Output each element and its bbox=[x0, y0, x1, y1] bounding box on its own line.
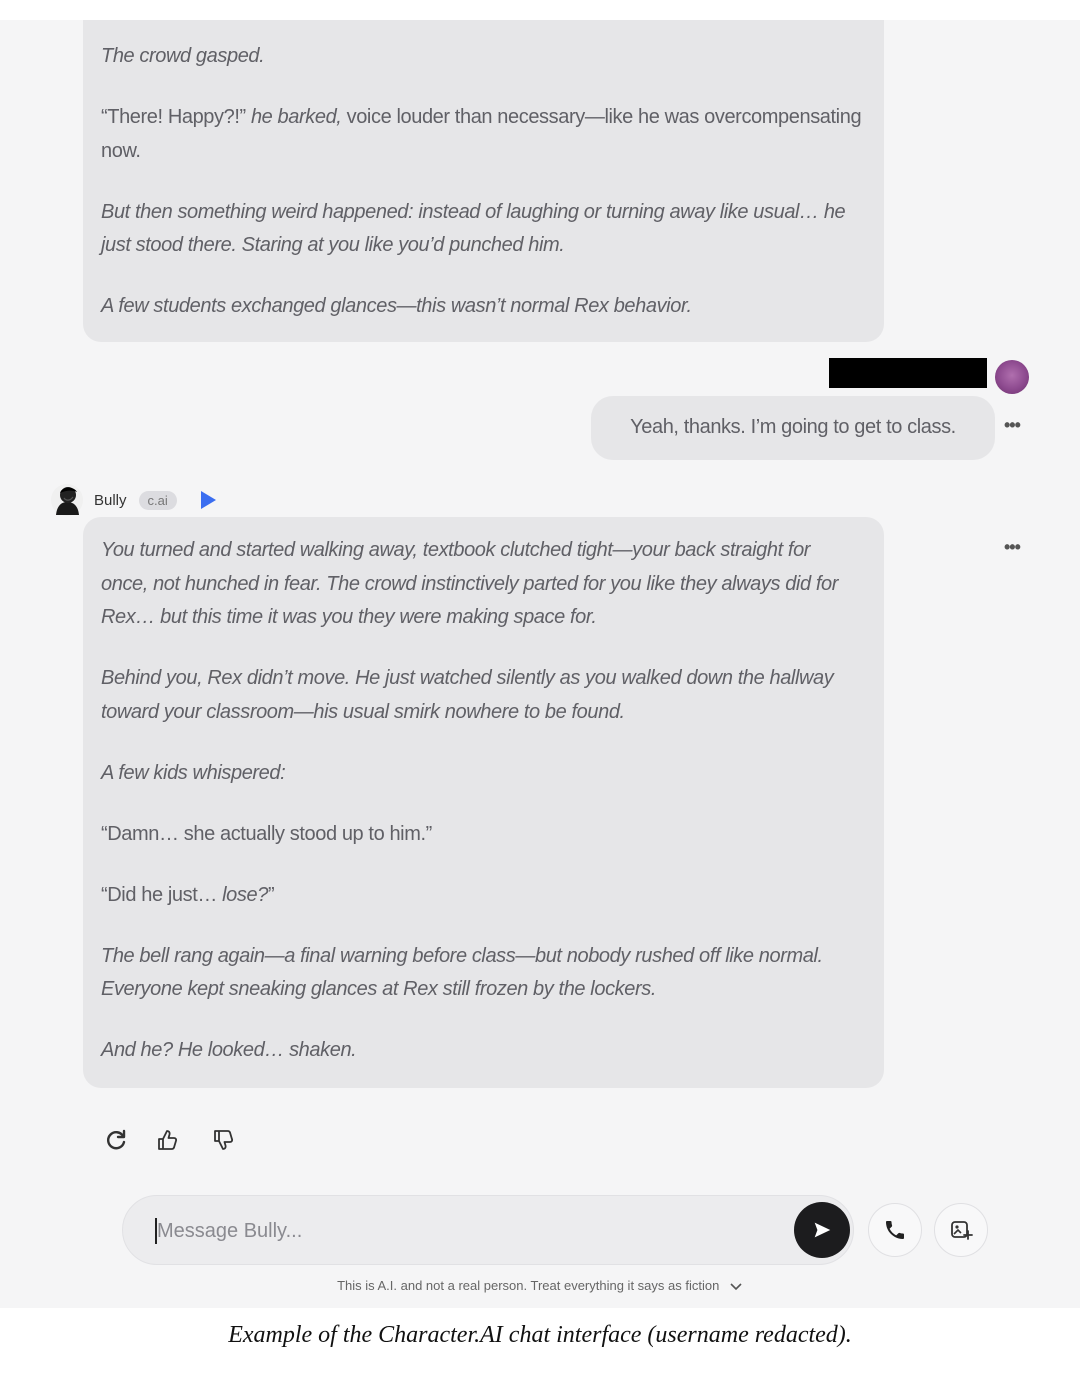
thumbs-up-icon[interactable] bbox=[155, 1128, 179, 1152]
text-caret bbox=[155, 1218, 157, 1244]
user-message-text: Yeah, thanks. I’m going to get to class. bbox=[630, 416, 956, 439]
message-paragraph: A few students exchanged glances—this wa… bbox=[101, 295, 692, 317]
play-voice-icon[interactable] bbox=[200, 491, 216, 509]
send-icon bbox=[814, 1222, 831, 1238]
user-message: Yeah, thanks. I’m going to get to class. bbox=[591, 396, 995, 460]
message-text-run: lose? bbox=[222, 883, 268, 906]
phone-icon bbox=[886, 1221, 904, 1239]
bot-avatar[interactable] bbox=[50, 483, 84, 517]
refresh-icon[interactable] bbox=[104, 1128, 128, 1152]
message-paragraph: You turned and started walking away, tex… bbox=[101, 539, 838, 628]
message-paragraph: A few kids whispered: bbox=[101, 761, 286, 784]
disclaimer[interactable]: This is A.I. and not a real person. Trea… bbox=[0, 1278, 1080, 1293]
message-paragraph: “There! Happy?!” he barked, voice louder… bbox=[101, 101, 862, 168]
thumbs-down-icon[interactable] bbox=[211, 1128, 235, 1152]
message-text-run: “There! Happy?!” bbox=[101, 106, 251, 128]
chevron-down-icon[interactable] bbox=[729, 1282, 743, 1292]
cai-badge: c.ai bbox=[138, 490, 177, 510]
send-button[interactable] bbox=[794, 1202, 850, 1258]
redacted-username bbox=[829, 358, 987, 388]
figure-caption: Example of the Character.AI chat interfa… bbox=[228, 1322, 852, 1348]
message-paragraph: The crowd gasped. bbox=[101, 45, 265, 67]
message-text-run: he barked, bbox=[250, 106, 342, 128]
message-text-run: ” bbox=[267, 883, 275, 906]
message-input[interactable] bbox=[155, 1196, 759, 1266]
chat-screen: The crowd gasped. “There! Happy?!” he bar… bbox=[0, 20, 1080, 1308]
bot-header: Bully c.ai bbox=[50, 480, 216, 520]
message-paragraph: “Did he just… lose?” bbox=[101, 879, 862, 913]
message-paragraph: “Damn… she actually stood up to him.” bbox=[101, 822, 432, 845]
disclaimer-text: This is A.I. and not a real person. Trea… bbox=[337, 1278, 720, 1293]
message-composer bbox=[122, 1195, 854, 1266]
bot-name[interactable]: Bully bbox=[94, 492, 127, 509]
bot-message-more-button[interactable]: ••• bbox=[1004, 537, 1021, 558]
message-paragraph: And he? He looked… shaken. bbox=[101, 1039, 357, 1061]
message-text-run: “Did he just… bbox=[101, 883, 223, 906]
call-button[interactable] bbox=[868, 1203, 922, 1257]
image-plus-icon bbox=[951, 1221, 973, 1240]
image-generate-button[interactable] bbox=[934, 1203, 988, 1257]
bot-message-previous: The crowd gasped. “There! Happy?!” he bar… bbox=[83, 20, 884, 342]
message-paragraph: The bell rang again—a final warning befo… bbox=[101, 944, 823, 1001]
message-paragraph: Behind you, Rex didn’t move. He just wat… bbox=[101, 667, 834, 723]
user-avatar[interactable] bbox=[995, 360, 1029, 394]
message-paragraph: But then something weird happened: inste… bbox=[101, 200, 846, 257]
user-message-more-button[interactable]: ••• bbox=[1004, 415, 1021, 436]
bot-message: You turned and started walking away, tex… bbox=[83, 517, 884, 1088]
